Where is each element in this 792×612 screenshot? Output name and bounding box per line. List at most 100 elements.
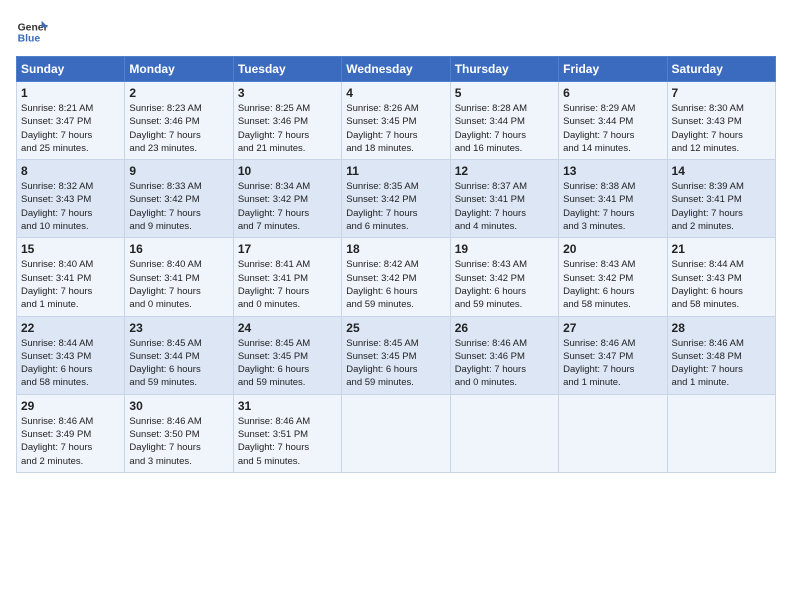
cell-info-line: Sunset: 3:43 PM bbox=[21, 193, 120, 206]
cell-info-line: and 1 minute. bbox=[563, 376, 662, 389]
day-header-wednesday: Wednesday bbox=[342, 57, 450, 82]
calendar-cell: 5Sunrise: 8:28 AMSunset: 3:44 PMDaylight… bbox=[450, 82, 558, 160]
calendar-cell: 24Sunrise: 8:45 AMSunset: 3:45 PMDayligh… bbox=[233, 316, 341, 394]
day-number: 28 bbox=[672, 321, 771, 335]
calendar-cell: 3Sunrise: 8:25 AMSunset: 3:46 PMDaylight… bbox=[233, 82, 341, 160]
cell-info-line: and 6 minutes. bbox=[346, 220, 445, 233]
cell-info-line: Sunrise: 8:23 AM bbox=[129, 102, 228, 115]
calendar-cell bbox=[450, 394, 558, 472]
day-number: 11 bbox=[346, 164, 445, 178]
cell-info-line: Sunset: 3:45 PM bbox=[346, 115, 445, 128]
cell-info-line: Sunrise: 8:44 AM bbox=[672, 258, 771, 271]
cell-info-line: and 3 minutes. bbox=[563, 220, 662, 233]
calendar-cell: 2Sunrise: 8:23 AMSunset: 3:46 PMDaylight… bbox=[125, 82, 233, 160]
cell-info-line: Sunrise: 8:33 AM bbox=[129, 180, 228, 193]
calendar-cell: 10Sunrise: 8:34 AMSunset: 3:42 PMDayligh… bbox=[233, 160, 341, 238]
page-container: General Blue SundayMondayTuesdayWednesda… bbox=[0, 0, 792, 481]
day-number: 31 bbox=[238, 399, 337, 413]
cell-info-line: Sunrise: 8:43 AM bbox=[455, 258, 554, 271]
cell-info-line: Daylight: 7 hours bbox=[563, 207, 662, 220]
header: General Blue bbox=[16, 16, 776, 48]
cell-info-line: Daylight: 7 hours bbox=[455, 363, 554, 376]
cell-info-line: Sunset: 3:41 PM bbox=[672, 193, 771, 206]
cell-info-line: and 4 minutes. bbox=[455, 220, 554, 233]
cell-info-line: Sunrise: 8:37 AM bbox=[455, 180, 554, 193]
cell-info-line: Sunset: 3:47 PM bbox=[563, 350, 662, 363]
day-number: 27 bbox=[563, 321, 662, 335]
calendar-cell: 23Sunrise: 8:45 AMSunset: 3:44 PMDayligh… bbox=[125, 316, 233, 394]
cell-info-line: and 59 minutes. bbox=[346, 376, 445, 389]
cell-info-line: Sunset: 3:42 PM bbox=[129, 193, 228, 206]
cell-info-line: Sunset: 3:47 PM bbox=[21, 115, 120, 128]
cell-info-line: Sunset: 3:41 PM bbox=[563, 193, 662, 206]
calendar-cell: 12Sunrise: 8:37 AMSunset: 3:41 PMDayligh… bbox=[450, 160, 558, 238]
cell-info-line: and 59 minutes. bbox=[455, 298, 554, 311]
cell-info-line: Sunset: 3:45 PM bbox=[238, 350, 337, 363]
calendar-cell: 25Sunrise: 8:45 AMSunset: 3:45 PMDayligh… bbox=[342, 316, 450, 394]
day-number: 29 bbox=[21, 399, 120, 413]
cell-info-line: Daylight: 7 hours bbox=[455, 207, 554, 220]
cell-info-line: and 1 minute. bbox=[672, 376, 771, 389]
calendar-cell: 20Sunrise: 8:43 AMSunset: 3:42 PMDayligh… bbox=[559, 238, 667, 316]
day-number: 23 bbox=[129, 321, 228, 335]
week-row-4: 22Sunrise: 8:44 AMSunset: 3:43 PMDayligh… bbox=[17, 316, 776, 394]
calendar-cell: 27Sunrise: 8:46 AMSunset: 3:47 PMDayligh… bbox=[559, 316, 667, 394]
calendar-table: SundayMondayTuesdayWednesdayThursdayFrid… bbox=[16, 56, 776, 473]
cell-info-line: Sunset: 3:41 PM bbox=[238, 272, 337, 285]
calendar-cell: 13Sunrise: 8:38 AMSunset: 3:41 PMDayligh… bbox=[559, 160, 667, 238]
cell-info-line: Daylight: 7 hours bbox=[21, 441, 120, 454]
cell-info-line: Daylight: 6 hours bbox=[129, 363, 228, 376]
cell-info-line: Sunset: 3:44 PM bbox=[455, 115, 554, 128]
calendar-cell: 7Sunrise: 8:30 AMSunset: 3:43 PMDaylight… bbox=[667, 82, 775, 160]
cell-info-line: Sunset: 3:41 PM bbox=[455, 193, 554, 206]
day-number: 3 bbox=[238, 86, 337, 100]
day-header-friday: Friday bbox=[559, 57, 667, 82]
day-number: 24 bbox=[238, 321, 337, 335]
cell-info-line: Daylight: 7 hours bbox=[238, 285, 337, 298]
cell-info-line: and 59 minutes. bbox=[129, 376, 228, 389]
cell-info-line: Sunset: 3:42 PM bbox=[238, 193, 337, 206]
day-number: 13 bbox=[563, 164, 662, 178]
cell-info-line: Daylight: 7 hours bbox=[672, 363, 771, 376]
cell-info-line: Daylight: 7 hours bbox=[346, 129, 445, 142]
cell-info-line: Daylight: 6 hours bbox=[238, 363, 337, 376]
cell-info-line: Daylight: 6 hours bbox=[346, 363, 445, 376]
cell-info-line: Sunrise: 8:46 AM bbox=[672, 337, 771, 350]
calendar-cell bbox=[342, 394, 450, 472]
cell-info-line: Daylight: 7 hours bbox=[129, 441, 228, 454]
day-number: 25 bbox=[346, 321, 445, 335]
svg-text:Blue: Blue bbox=[18, 34, 41, 45]
cell-info-line: and 16 minutes. bbox=[455, 142, 554, 155]
week-row-1: 1Sunrise: 8:21 AMSunset: 3:47 PMDaylight… bbox=[17, 82, 776, 160]
day-number: 17 bbox=[238, 242, 337, 256]
cell-info-line: Daylight: 7 hours bbox=[21, 285, 120, 298]
day-number: 8 bbox=[21, 164, 120, 178]
calendar-cell: 19Sunrise: 8:43 AMSunset: 3:42 PMDayligh… bbox=[450, 238, 558, 316]
calendar-cell: 16Sunrise: 8:40 AMSunset: 3:41 PMDayligh… bbox=[125, 238, 233, 316]
calendar-cell: 1Sunrise: 8:21 AMSunset: 3:47 PMDaylight… bbox=[17, 82, 125, 160]
cell-info-line: and 0 minutes. bbox=[238, 298, 337, 311]
day-number: 26 bbox=[455, 321, 554, 335]
cell-info-line: Sunset: 3:41 PM bbox=[21, 272, 120, 285]
calendar-cell: 4Sunrise: 8:26 AMSunset: 3:45 PMDaylight… bbox=[342, 82, 450, 160]
cell-info-line: and 14 minutes. bbox=[563, 142, 662, 155]
cell-info-line: Sunset: 3:48 PM bbox=[672, 350, 771, 363]
calendar-cell: 6Sunrise: 8:29 AMSunset: 3:44 PMDaylight… bbox=[559, 82, 667, 160]
week-row-3: 15Sunrise: 8:40 AMSunset: 3:41 PMDayligh… bbox=[17, 238, 776, 316]
cell-info-line: Sunset: 3:46 PM bbox=[455, 350, 554, 363]
week-row-2: 8Sunrise: 8:32 AMSunset: 3:43 PMDaylight… bbox=[17, 160, 776, 238]
cell-info-line: Sunrise: 8:44 AM bbox=[21, 337, 120, 350]
cell-info-line: and 9 minutes. bbox=[129, 220, 228, 233]
cell-info-line: Daylight: 7 hours bbox=[21, 207, 120, 220]
cell-info-line: and 1 minute. bbox=[21, 298, 120, 311]
calendar-cell: 21Sunrise: 8:44 AMSunset: 3:43 PMDayligh… bbox=[667, 238, 775, 316]
calendar-cell: 17Sunrise: 8:41 AMSunset: 3:41 PMDayligh… bbox=[233, 238, 341, 316]
day-header-tuesday: Tuesday bbox=[233, 57, 341, 82]
cell-info-line: Daylight: 7 hours bbox=[346, 207, 445, 220]
cell-info-line: Sunrise: 8:40 AM bbox=[21, 258, 120, 271]
calendar-cell: 29Sunrise: 8:46 AMSunset: 3:49 PMDayligh… bbox=[17, 394, 125, 472]
day-number: 22 bbox=[21, 321, 120, 335]
day-number: 19 bbox=[455, 242, 554, 256]
cell-info-line: Daylight: 7 hours bbox=[129, 285, 228, 298]
cell-info-line: Sunrise: 8:46 AM bbox=[238, 415, 337, 428]
